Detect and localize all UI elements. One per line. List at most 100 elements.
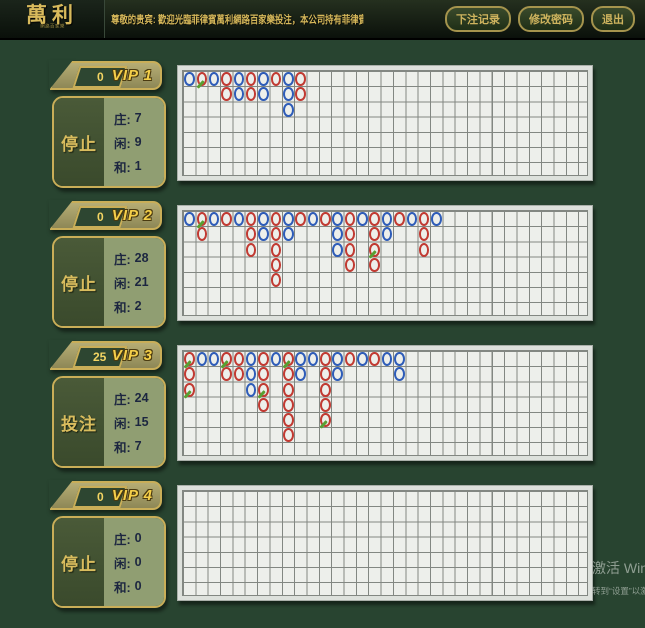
stats-box: 庄:24闲:15和:7 — [104, 378, 164, 466]
road-circle-banker — [197, 227, 208, 241]
road-circle-player — [209, 212, 220, 226]
stat-tie: 和:2 — [114, 294, 164, 318]
stats-box: 庄:0闲:0和:0 — [104, 518, 164, 606]
stat-player-label: 闲: — [114, 553, 131, 572]
road-circle-player — [382, 212, 393, 226]
stat-banker: 庄:28 — [114, 246, 164, 270]
stat-player-value: 9 — [135, 135, 142, 149]
road-circle-banker — [345, 212, 356, 226]
road-circle-banker — [221, 72, 232, 86]
logo: 萬利 網路百家樂 — [0, 0, 105, 38]
road-circle-player — [197, 352, 208, 366]
status-button[interactable]: 停止 — [54, 518, 104, 606]
table-badge: 0VIP 4 — [50, 481, 162, 510]
table-badge: 0 VIP 1 — [50, 61, 162, 90]
road-circle-player — [258, 212, 269, 226]
road-circle-player — [209, 352, 220, 366]
road-circle-player — [209, 72, 220, 86]
road-circle-player — [283, 227, 294, 241]
stat-player-label: 闲: — [114, 413, 131, 432]
stat-player: 闲:21 — [114, 270, 164, 294]
table-name: VIP 4 — [112, 487, 153, 504]
road-circle-banker — [221, 367, 232, 381]
road-circle-player — [184, 212, 195, 226]
road-circle-player — [234, 72, 245, 86]
road-circle-player — [234, 212, 245, 226]
road-circle-banker — [295, 87, 306, 101]
road-grid — [182, 210, 588, 316]
stat-tie-value: 0 — [135, 579, 142, 593]
windows-activation-watermark: 激活 Windows 转到“设置”以激活 Windows。 — [592, 558, 645, 597]
road-circle-player — [308, 212, 319, 226]
road-circle-banker — [221, 87, 232, 101]
road-circle-banker — [283, 352, 294, 366]
road-circle-banker — [258, 398, 269, 412]
table-name: VIP 3 — [112, 347, 153, 364]
watermark-line1: 激活 Windows — [592, 558, 645, 578]
header-bar: 萬利 網路百家樂 尊敬的贵宾: 歡迎光臨菲律賓萬利網路百家樂投注，本公司持有菲律… — [0, 0, 645, 40]
road-circle-banker — [320, 398, 331, 412]
road-circle-banker — [221, 212, 232, 226]
stat-player-label: 闲: — [114, 133, 131, 152]
road-circle-banker — [283, 367, 294, 381]
logout-button[interactable]: 退出 — [591, 6, 635, 32]
road-circle-banker — [369, 352, 380, 366]
stat-tie-label: 和: — [114, 577, 131, 596]
stat-banker: 庄:0 — [114, 526, 164, 550]
road-circle-banker — [320, 367, 331, 381]
bet-records-button[interactable]: 下注记录 — [445, 6, 511, 32]
bet-amount-value: 0 — [97, 70, 104, 84]
road-circle-player — [407, 212, 418, 226]
status-panel: 停止庄:0闲:0和:0 — [52, 516, 166, 608]
road-circle-banker — [345, 352, 356, 366]
stat-banker-label: 庄: — [114, 109, 131, 128]
road-circle-banker — [234, 352, 245, 366]
road-circle-player — [246, 367, 257, 381]
stat-tie-label: 和: — [114, 437, 131, 456]
logo-tagline: 網路百家樂 — [40, 25, 65, 29]
road-circle-banker — [369, 227, 380, 241]
road-circle-banker — [345, 258, 356, 272]
stat-banker-value: 7 — [135, 111, 142, 125]
table-section: 0VIP 1停止庄:7闲:9和:1 — [0, 55, 645, 195]
road-circle-banker — [234, 367, 245, 381]
road-circle-player — [295, 367, 306, 381]
road-circle-banker — [320, 212, 331, 226]
stat-player: 闲:15 — [114, 410, 164, 434]
watermark-line2: 转到“设置”以激活 Windows。 — [592, 585, 645, 597]
status-button[interactable]: 停止 — [54, 238, 104, 326]
road-circle-banker — [246, 243, 257, 257]
bet-amount-value: 0 — [97, 210, 104, 224]
badge-corner-cut — [49, 60, 73, 90]
road-circle-banker — [246, 87, 257, 101]
road-circle-player — [283, 72, 294, 86]
table-name: VIP 2 — [112, 207, 153, 224]
road-circle-banker — [246, 72, 257, 86]
road-circle-banker — [271, 243, 282, 257]
badge-corner-cut — [49, 200, 73, 230]
status-button[interactable]: 停止 — [54, 98, 104, 186]
status-button[interactable]: 投注 — [54, 378, 104, 466]
change-password-button[interactable]: 修改密码 — [518, 6, 584, 32]
road-circle-player — [332, 367, 343, 381]
road-grid — [182, 350, 588, 456]
stat-player-value: 21 — [135, 275, 149, 289]
road-circle-banker — [345, 227, 356, 241]
tie-tick — [196, 80, 204, 88]
bet-amount-value: 25 — [93, 350, 106, 364]
road-grid — [182, 490, 588, 596]
stat-tie-value: 7 — [135, 439, 142, 453]
tie-tick — [320, 420, 328, 428]
status-panel: 投注庄:24闲:15和:7 — [52, 376, 166, 468]
stat-tie: 和: 7 — [114, 434, 164, 458]
road-circle-player — [184, 72, 195, 86]
road-circle-banker — [320, 352, 331, 366]
road-circle-player — [283, 103, 294, 117]
stat-banker-label: 庄: — [114, 249, 131, 268]
road-circle-player — [431, 212, 442, 226]
road-circle-player — [357, 352, 368, 366]
road-circle-banker — [369, 258, 380, 272]
table-name: VIP 1 — [112, 67, 153, 84]
table-section: 0 VIP 2 停止庄:28闲:21和:2 — [0, 195, 645, 335]
stat-banker-value: 24 — [135, 391, 149, 405]
